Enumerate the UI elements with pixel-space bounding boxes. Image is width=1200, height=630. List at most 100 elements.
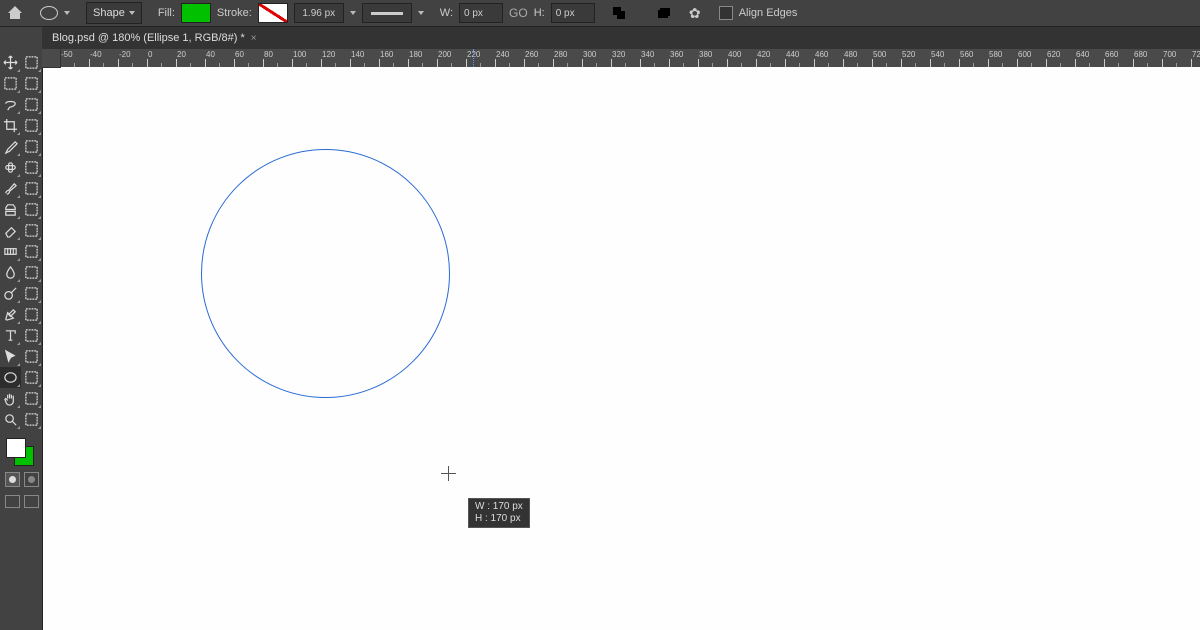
pencil-tool[interactable] [21, 178, 42, 199]
ruler-tool[interactable] [21, 136, 42, 157]
blur-tool[interactable] [0, 262, 21, 283]
magic-wand-tool[interactable] [21, 73, 42, 94]
move-tool[interactable] [0, 52, 21, 73]
chevron-down-icon[interactable] [350, 11, 356, 15]
paint-bucket-tool[interactable] [21, 241, 42, 262]
zoom-tool[interactable] [0, 409, 21, 430]
type-tool[interactable] [0, 325, 21, 346]
active-tool-icon[interactable] [40, 6, 58, 20]
dodge-tool[interactable] [0, 283, 21, 304]
lasso-tool[interactable] [0, 94, 21, 115]
shape-mode-label: Shape [93, 7, 125, 19]
custom-shape-tool[interactable] [21, 367, 42, 388]
tooltip-height: H : 170 px [475, 513, 523, 525]
dimension-tooltip: W : 170 px H : 170 px [468, 498, 530, 528]
ruler-tick: 260 [524, 49, 553, 67]
burn-tool[interactable] [21, 283, 42, 304]
ruler-tick: -50 [60, 49, 89, 67]
sharpen-tool[interactable] [21, 262, 42, 283]
artboard-tool[interactable] [21, 52, 42, 73]
align-edges-checkbox[interactable] [719, 6, 733, 20]
crosshair-cursor [441, 466, 456, 481]
patch-tool[interactable] [21, 157, 42, 178]
ruler-tick: 640 [1075, 49, 1104, 67]
quick-select-tool[interactable] [21, 94, 42, 115]
ruler-tick: 40 [205, 49, 234, 67]
ruler-tick: 700 [1162, 49, 1191, 67]
eraser-tool[interactable] [0, 220, 21, 241]
hand-tool[interactable] [0, 388, 21, 409]
shape-mode-dropdown[interactable]: Shape [86, 2, 142, 24]
ruler-tick: 120 [321, 49, 350, 67]
brush-tool[interactable] [0, 178, 21, 199]
width-label: W: [440, 7, 453, 19]
path-arrange-icon[interactable] [655, 5, 671, 21]
ruler-tick: 100 [292, 49, 321, 67]
document-tab[interactable]: Blog.psd @ 180% (Ellipse 1, RGB/8#) * × [42, 27, 267, 49]
bg-eraser-tool[interactable] [21, 220, 42, 241]
height-input[interactable]: 0 px [551, 3, 595, 23]
fg-color-swatch[interactable] [6, 438, 26, 458]
eyedropper-tool[interactable] [0, 136, 21, 157]
gear-icon[interactable]: ✿ [687, 5, 703, 21]
ruler-tick: 240 [495, 49, 524, 67]
ruler-tick: 360 [669, 49, 698, 67]
document-tab-title: Blog.psd @ 180% (Ellipse 1, RGB/8#) * [52, 32, 245, 44]
ruler-tick: 600 [1017, 49, 1046, 67]
ruler-horizontal[interactable]: -50-40-200204060801001201401601802002202… [42, 49, 1200, 68]
options-bar: Shape Fill: Stroke: 1.96 px W: 0 px GO H… [0, 0, 1200, 27]
path-operations-icon[interactable] [611, 5, 627, 21]
spot-heal-tool[interactable] [0, 157, 21, 178]
stroke-width-input[interactable]: 1.96 px [294, 3, 344, 23]
home-icon[interactable] [8, 6, 24, 20]
rotate-view-tool[interactable] [21, 388, 42, 409]
clone-tool[interactable] [0, 199, 21, 220]
close-icon[interactable]: × [251, 33, 257, 44]
marquee-tool[interactable] [0, 73, 21, 94]
chevron-down-icon[interactable] [418, 11, 424, 15]
ellipse-tool[interactable] [0, 367, 21, 388]
ruler-tick: 320 [611, 49, 640, 67]
path-select-tool[interactable] [0, 346, 21, 367]
fill-swatch[interactable] [181, 3, 211, 23]
freeform-pen-tool[interactable] [21, 304, 42, 325]
link-icon[interactable]: GO [509, 6, 528, 20]
ruler-tick: 460 [814, 49, 843, 67]
ruler-tick: 660 [1104, 49, 1133, 67]
pattern-stamp-tool[interactable] [21, 199, 42, 220]
width-input[interactable]: 0 px [459, 3, 503, 23]
ruler-tick: 280 [553, 49, 582, 67]
ruler-tick: 80 [263, 49, 292, 67]
ruler-tick: 200 [437, 49, 466, 67]
direct-select-tool[interactable] [21, 346, 42, 367]
height-label: H: [534, 7, 545, 19]
tools-panel [0, 52, 42, 508]
tooltip-width: W : 170 px [475, 501, 523, 513]
ruler-tick: 560 [959, 49, 988, 67]
path-align-icon[interactable] [633, 5, 649, 21]
vertical-type-tool[interactable] [21, 325, 42, 346]
align-edges-label: Align Edges [739, 7, 798, 19]
canvas[interactable]: W : 170 px H : 170 px [60, 67, 1200, 630]
ruler-tick: 720 [1191, 49, 1200, 67]
stroke-style-dropdown[interactable] [362, 3, 412, 23]
screen-mode-toggle[interactable] [5, 495, 42, 508]
chevron-down-icon[interactable] [64, 11, 70, 15]
stroke-label: Stroke: [217, 7, 252, 19]
color-swatches[interactable] [6, 438, 34, 466]
ruler-tick: 540 [930, 49, 959, 67]
ruler-tick: 220 [466, 49, 495, 67]
stroke-swatch[interactable] [258, 3, 288, 23]
ruler-tick: 300 [582, 49, 611, 67]
ruler-tick: 440 [785, 49, 814, 67]
ruler-corner[interactable] [42, 49, 61, 68]
history-tool[interactable] [21, 409, 42, 430]
crop-tool[interactable] [0, 115, 21, 136]
pen-tool[interactable] [0, 304, 21, 325]
ruler-tick: 380 [698, 49, 727, 67]
ruler-tick: 20 [176, 49, 205, 67]
gradient-tool[interactable] [0, 241, 21, 262]
ellipse-shape[interactable] [201, 149, 450, 398]
slice-tool[interactable] [21, 115, 42, 136]
mask-mode-toggle[interactable] [5, 472, 42, 487]
